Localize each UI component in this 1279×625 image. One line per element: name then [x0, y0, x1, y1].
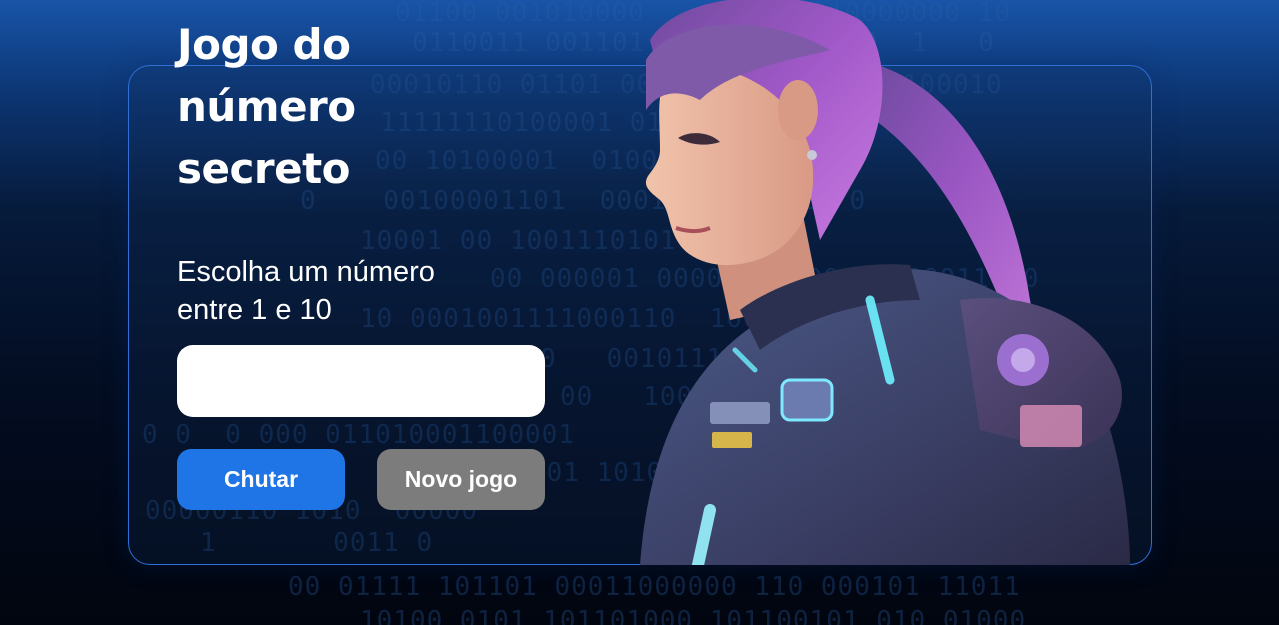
- page-title: Jogo do número secreto: [177, 20, 356, 193]
- new-game-button[interactable]: Novo jogo: [377, 449, 545, 510]
- character-illustration: [640, 0, 1130, 565]
- binary-row: 10100 0101 101101000 101100101 010 01000: [360, 606, 1027, 625]
- game-instruction: Escolha um número entre 1 e 10: [177, 256, 435, 326]
- binary-row: 00 01111 101101 00011000000 110 000101 1…: [288, 572, 1021, 602]
- guess-input[interactable]: [177, 345, 545, 417]
- guess-button[interactable]: Chutar: [177, 449, 345, 510]
